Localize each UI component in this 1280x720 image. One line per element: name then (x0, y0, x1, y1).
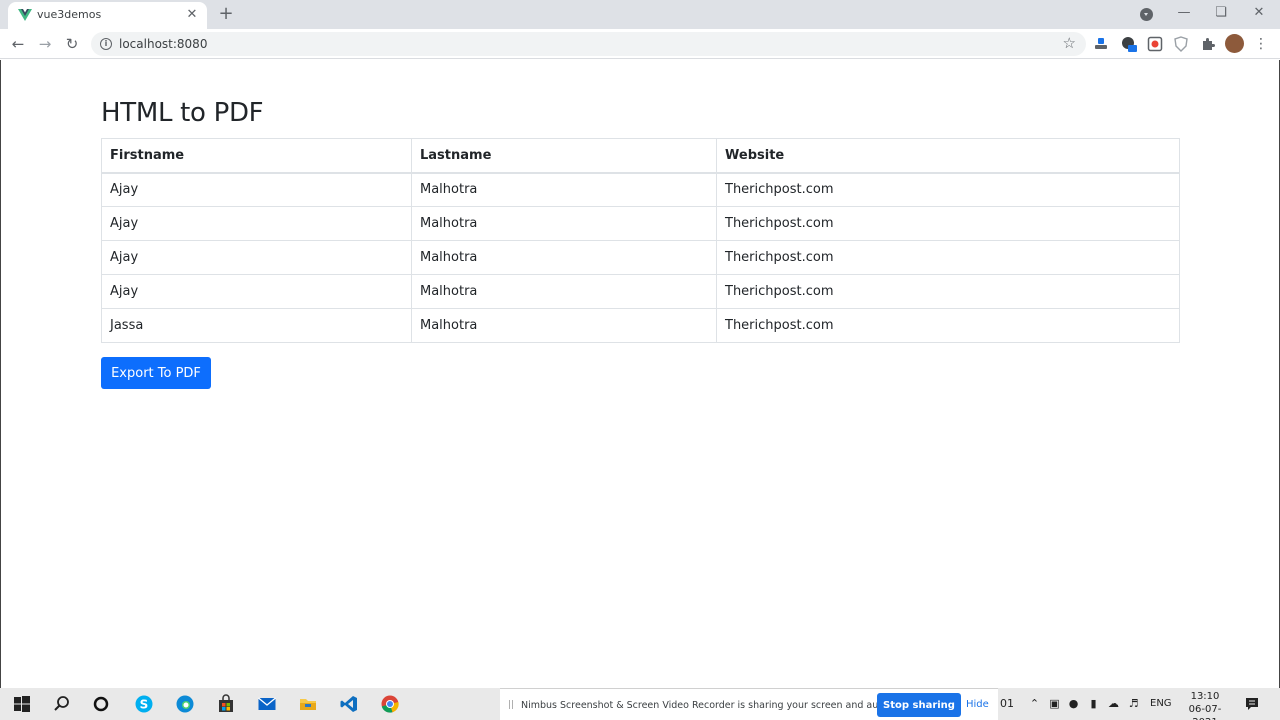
page-title: HTML to PDF (101, 98, 264, 128)
table-row: Jassa Malhotra Therichpost.com (101, 308, 1180, 343)
edge-icon[interactable] (175, 694, 195, 714)
reload-icon[interactable]: ↻ (62, 34, 82, 54)
tray-partial-text: 01 (1000, 697, 1014, 710)
tab-title: vue3demos (37, 8, 102, 21)
site-info-icon[interactable]: i (100, 38, 112, 50)
url-text[interactable]: localhost:8080 (119, 37, 207, 51)
action-center-icon[interactable] (1244, 696, 1260, 712)
close-window-icon[interactable]: ✕ (1248, 4, 1270, 22)
tab-close-icon[interactable]: ✕ (183, 6, 201, 24)
cell-website: Therichpost.com (716, 240, 1180, 275)
back-arrow-icon[interactable]: ← (8, 34, 28, 54)
browser-tab[interactable]: vue3demos ✕ (8, 2, 207, 29)
volume-icon[interactable]: ♬ (1127, 697, 1140, 710)
hide-share-bar-button[interactable]: Hide (966, 699, 989, 710)
svg-text:S: S (140, 698, 149, 712)
clock-time: 13:10 (1190, 691, 1220, 702)
search-icon[interactable] (52, 694, 72, 714)
cell-lastname: Malhotra (411, 206, 717, 241)
file-explorer-icon[interactable] (298, 694, 318, 714)
table-header-row: Firstname Lastname Website (101, 138, 1180, 174)
header-lastname: Lastname (411, 138, 717, 174)
extension-record-icon[interactable] (1147, 36, 1163, 52)
extension-shield-icon[interactable] (1173, 36, 1189, 52)
export-to-pdf-button[interactable]: Export To PDF (101, 357, 211, 389)
input-language[interactable]: ENG (1150, 698, 1172, 709)
tab-search-icon[interactable] (1140, 8, 1153, 21)
extension-stamp-icon[interactable] (1093, 36, 1109, 52)
clock[interactable]: 13:10 06-07-2021 (1178, 690, 1232, 720)
drag-handle-icon[interactable]: || (508, 700, 514, 710)
browser-toolbar: ← → ↻ i localhost:8080 ☆ (0, 29, 1280, 59)
data-table: Firstname Lastname Website Ajay Malhotra… (101, 138, 1180, 343)
cell-website: Therichpost.com (716, 274, 1180, 309)
cell-firstname: Ajay (101, 274, 412, 309)
cell-firstname: Ajay (101, 240, 412, 275)
browser-menu-icon[interactable]: ⋮ (1254, 34, 1268, 54)
vscode-icon[interactable] (339, 694, 359, 714)
header-website: Website (716, 138, 1180, 174)
share-message: Nimbus Screenshot & Screen Video Recorde… (521, 700, 896, 711)
browser-tabstrip: vue3demos ✕ + — ❏ ✕ (0, 0, 1280, 29)
table-row: Ajay Malhotra Therichpost.com (101, 274, 1180, 309)
windows-start-icon[interactable] (12, 694, 32, 714)
cell-lastname: Malhotra (411, 274, 717, 309)
new-tab-button[interactable]: + (216, 4, 236, 24)
cell-firstname: Ajay (101, 172, 412, 207)
cell-firstname: Ajay (101, 206, 412, 241)
chrome-icon[interactable] (380, 694, 400, 714)
cell-website: Therichpost.com (716, 172, 1180, 207)
table-row: Ajay Malhotra Therichpost.com (101, 172, 1180, 207)
header-firstname: Firstname (101, 138, 412, 174)
stop-sharing-button[interactable]: Stop sharing (877, 693, 961, 717)
network-icon[interactable]: ☁ (1107, 697, 1120, 710)
screen-share-notification: || Nimbus Screenshot & Screen Video Reco… (500, 688, 998, 720)
cell-website: Therichpost.com (716, 308, 1180, 343)
profile-avatar[interactable] (1225, 34, 1244, 53)
extension-na-icon[interactable] (1121, 36, 1137, 52)
battery-icon[interactable]: ▮ (1087, 697, 1100, 710)
forward-arrow-icon[interactable]: → (35, 34, 55, 54)
table-row: Ajay Malhotra Therichpost.com (101, 206, 1180, 241)
restore-window-icon[interactable]: ❏ (1210, 4, 1232, 22)
windows-taskbar: S || Nimbus Screenshot & Screen Video Re… (0, 688, 1280, 720)
cortana-icon[interactable] (91, 694, 111, 714)
store-icon[interactable] (216, 694, 236, 714)
cell-lastname: Malhotra (411, 240, 717, 275)
cell-website: Therichpost.com (716, 206, 1180, 241)
vue-logo-icon (18, 9, 32, 21)
show-hidden-icons-chevron-icon[interactable]: ⌃ (1028, 697, 1041, 710)
skype-icon[interactable]: S (134, 694, 154, 714)
table-row: Ajay Malhotra Therichpost.com (101, 240, 1180, 275)
cell-firstname: Jassa (101, 308, 412, 343)
page-viewport: HTML to PDF Firstname Lastname Website A… (0, 60, 1280, 688)
minimize-window-icon[interactable]: — (1173, 4, 1195, 22)
microphone-icon[interactable]: ● (1067, 697, 1080, 710)
clock-date: 06-07-2021 (1188, 704, 1222, 720)
mail-icon[interactable] (257, 694, 277, 714)
cell-lastname: Malhotra (411, 172, 717, 207)
meet-now-icon[interactable]: ▣ (1048, 697, 1061, 710)
cell-lastname: Malhotra (411, 308, 717, 343)
extensions-puzzle-icon[interactable] (1200, 36, 1216, 52)
address-bar[interactable]: i localhost:8080 ☆ (91, 32, 1086, 56)
bookmark-star-icon[interactable]: ☆ (1063, 34, 1076, 52)
